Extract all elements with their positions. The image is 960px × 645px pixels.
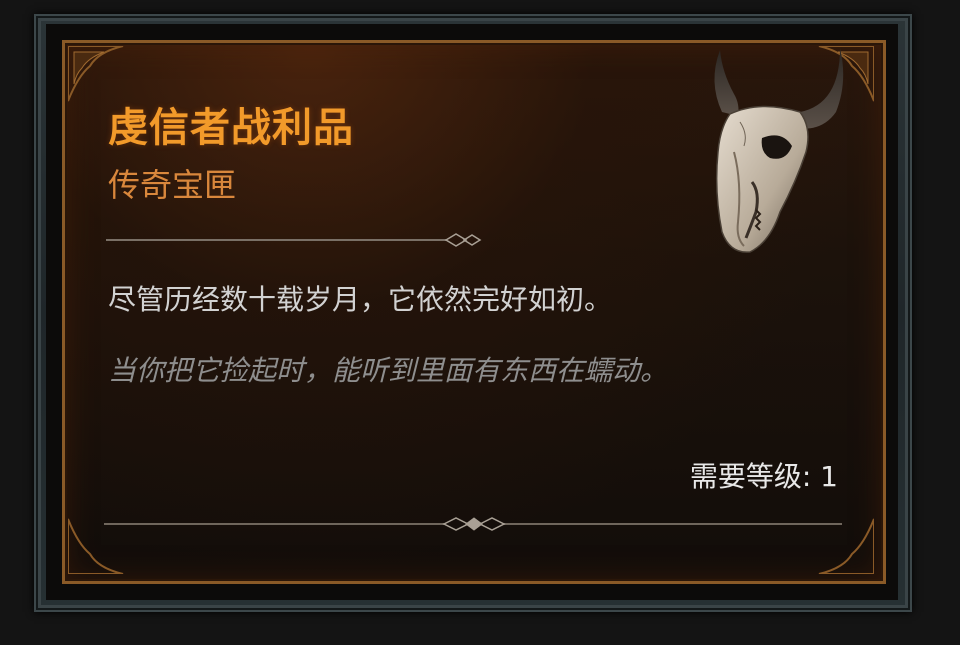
horned-skull-icon bbox=[714, 48, 844, 253]
title-divider bbox=[106, 233, 482, 247]
item-description: 尽管历经数十载岁月，它依然完好如初。 bbox=[108, 283, 613, 316]
item-name: 虔信者战利品 bbox=[108, 105, 354, 151]
bottom-divider bbox=[104, 517, 842, 531]
item-flavor-text: 当你把它捡起时，能听到里面有东西在蠕动。 bbox=[108, 354, 669, 387]
item-type: 传奇宝匣 bbox=[108, 166, 237, 204]
level-requirement: 需要等级: 1 bbox=[689, 460, 838, 493]
